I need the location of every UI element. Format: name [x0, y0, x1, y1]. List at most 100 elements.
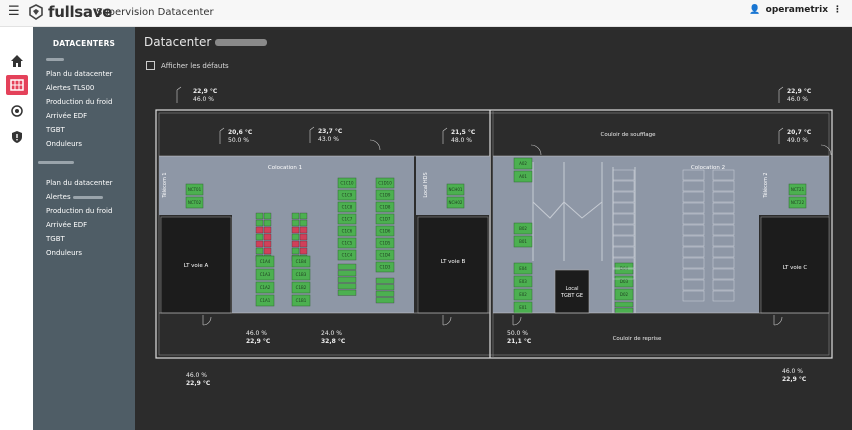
rack-slot-alert[interactable]: [255, 226, 264, 234]
sidebar-item-production-2[interactable]: Production du froid: [46, 207, 112, 215]
rack-slot-alert[interactable]: [263, 247, 272, 255]
sensor-s9[interactable]: 50.0 %21,1 °C: [507, 330, 532, 345]
rack-slot-alert[interactable]: [299, 240, 308, 248]
sidebar-item-arrivee-2[interactable]: Arrivée EDF: [46, 221, 87, 229]
rack-slot-alert[interactable]: [299, 226, 308, 234]
user-menu[interactable]: 👤 operametrix ⋮: [749, 5, 842, 15]
temperature-value: 22,9 °C: [782, 376, 807, 383]
sensor-s10[interactable]: 46.0 %22,9 °C: [186, 372, 211, 387]
rack-slot[interactable]: [375, 277, 395, 284]
rack-slot-alert[interactable]: [291, 226, 300, 234]
temperature-value: 21,1 °C: [507, 338, 532, 345]
rack-slot[interactable]: [263, 212, 272, 220]
sidebar-item-label: Alertes: [46, 193, 71, 201]
sidebar-item-alertes-2[interactable]: Alertes: [46, 193, 103, 201]
shield-icon[interactable]: [6, 127, 28, 147]
rack-slot[interactable]: [375, 297, 395, 304]
sensor-s1[interactable]: 22,9 °C46.0 %: [193, 88, 218, 103]
rack-label: C1C4: [342, 253, 353, 258]
rack-slot[interactable]: [337, 263, 357, 270]
rack-slot[interactable]: [337, 283, 357, 290]
temperature-value: 20,7 °C: [787, 129, 812, 136]
sidebar-item-plan-2[interactable]: Plan du datacenter: [46, 179, 113, 187]
sensor-connector: [219, 127, 225, 144]
rack-slot[interactable]: [337, 276, 357, 283]
sensor-s8[interactable]: 24.0 %32,8 °C: [321, 330, 346, 345]
rack-slot[interactable]: [263, 219, 272, 227]
sidebar-item-tgbt-2[interactable]: TGBT: [46, 235, 65, 243]
redacted-text: [72, 195, 103, 199]
lt-voie-b[interactable]: [417, 216, 489, 314]
sidebar-title: DATACENTERS: [52, 39, 116, 48]
rack-label: C1A4: [260, 259, 271, 264]
sidebar-item-tgbt[interactable]: TGBT: [46, 126, 65, 134]
soufflage-label: Couloir de soufflage: [600, 132, 656, 138]
coloc2-room[interactable]: [656, 156, 759, 313]
rack-slot-alert[interactable]: [263, 240, 272, 248]
coloc1-label: Colocation 1: [268, 165, 302, 171]
home-icon[interactable]: [6, 51, 28, 71]
sidebar: DATACENTERS Plan du datacenter Alertes T…: [33, 27, 135, 430]
sensor-s2[interactable]: 20,6 °C50.0 %: [228, 129, 253, 144]
rack-label: C1C5: [342, 241, 353, 246]
sidebar-item-plan[interactable]: Plan du datacenter: [46, 70, 113, 78]
target-icon[interactable]: [6, 101, 28, 121]
rack-slot[interactable]: [299, 212, 308, 220]
rack-slot-alert[interactable]: [299, 233, 308, 241]
rack-label: E01: [519, 305, 527, 310]
sensor-s7[interactable]: 46.0 %22,9 °C: [246, 330, 271, 345]
rack-slot-alert[interactable]: [263, 226, 272, 234]
rack-label: C1C8: [342, 205, 353, 210]
rack-slot[interactable]: [255, 219, 264, 227]
rack-slot-alert[interactable]: [255, 240, 264, 248]
rack-slot[interactable]: [614, 301, 634, 308]
sidebar-item-onduleurs[interactable]: Onduleurs: [46, 140, 82, 148]
rack-slot[interactable]: [337, 289, 357, 296]
rack-label: D03: [620, 279, 629, 284]
sensor-s3[interactable]: 23,7 °C43.0 %: [318, 128, 343, 143]
tgbt-label-2: TGBT GE: [560, 293, 583, 299]
rack-slot[interactable]: [337, 270, 357, 277]
sensor-connector: [778, 127, 784, 144]
sensor-s4[interactable]: 21,5 °C48.0 %: [451, 129, 476, 144]
sidebar-item-alertes[interactable]: Alertes TLS00: [46, 84, 94, 92]
rack-slot-alert[interactable]: [299, 247, 308, 255]
rack-slot[interactable]: [255, 247, 264, 255]
nav-rail: [0, 27, 33, 430]
rack-slot[interactable]: [291, 247, 300, 255]
sidebar-item-production[interactable]: Production du froid: [46, 98, 112, 106]
rack-slot[interactable]: [614, 307, 634, 314]
datacenter-icon[interactable]: [6, 75, 28, 95]
sensor-s11[interactable]: 46.0 %22,9 °C: [782, 368, 807, 383]
rack-slot[interactable]: [375, 290, 395, 297]
rack-slot[interactable]: [255, 233, 264, 241]
humidity-value: 48.0 %: [451, 137, 472, 144]
rack-slot[interactable]: [291, 219, 300, 227]
sidebar-item-arrivee[interactable]: Arrivée EDF: [46, 112, 87, 120]
rack-label: NCT02: [188, 200, 202, 205]
hamburger-icon[interactable]: ☰: [8, 4, 20, 19]
rack-slot[interactable]: [291, 233, 300, 241]
reprise-label: Couloir de reprise: [613, 336, 662, 342]
temperature-value: 22,9 °C: [246, 338, 271, 345]
rack-slot[interactable]: [291, 212, 300, 220]
rack-slot[interactable]: [375, 284, 395, 291]
main-panel: Datacenter Afficher les défauts Télécom …: [135, 27, 852, 430]
kebab-menu-icon[interactable]: ⋮: [833, 5, 842, 15]
rack-slot[interactable]: [255, 212, 264, 220]
rack-slot-alert[interactable]: [263, 233, 272, 241]
rack-slot-alert[interactable]: [291, 240, 300, 248]
rack-label: C1D7: [380, 217, 391, 222]
rack-label: C1B2: [296, 285, 307, 290]
rack-label: NCT22: [791, 200, 805, 205]
rack-label: D04: [620, 266, 629, 271]
sensor-s6[interactable]: 20,7 °C49.0 %: [787, 129, 812, 144]
sidebar-item-onduleurs-2[interactable]: Onduleurs: [46, 249, 82, 257]
sensor-s5[interactable]: 22,9 °C46.0 %: [787, 88, 812, 103]
rack-label: C1C6: [342, 229, 353, 234]
rack-slot[interactable]: [299, 219, 308, 227]
rack-label: C1A2: [260, 285, 271, 290]
telecom1-label: Télécom 1: [161, 172, 168, 198]
rack-label: B02: [519, 226, 527, 231]
rack-label: A01: [519, 174, 527, 179]
